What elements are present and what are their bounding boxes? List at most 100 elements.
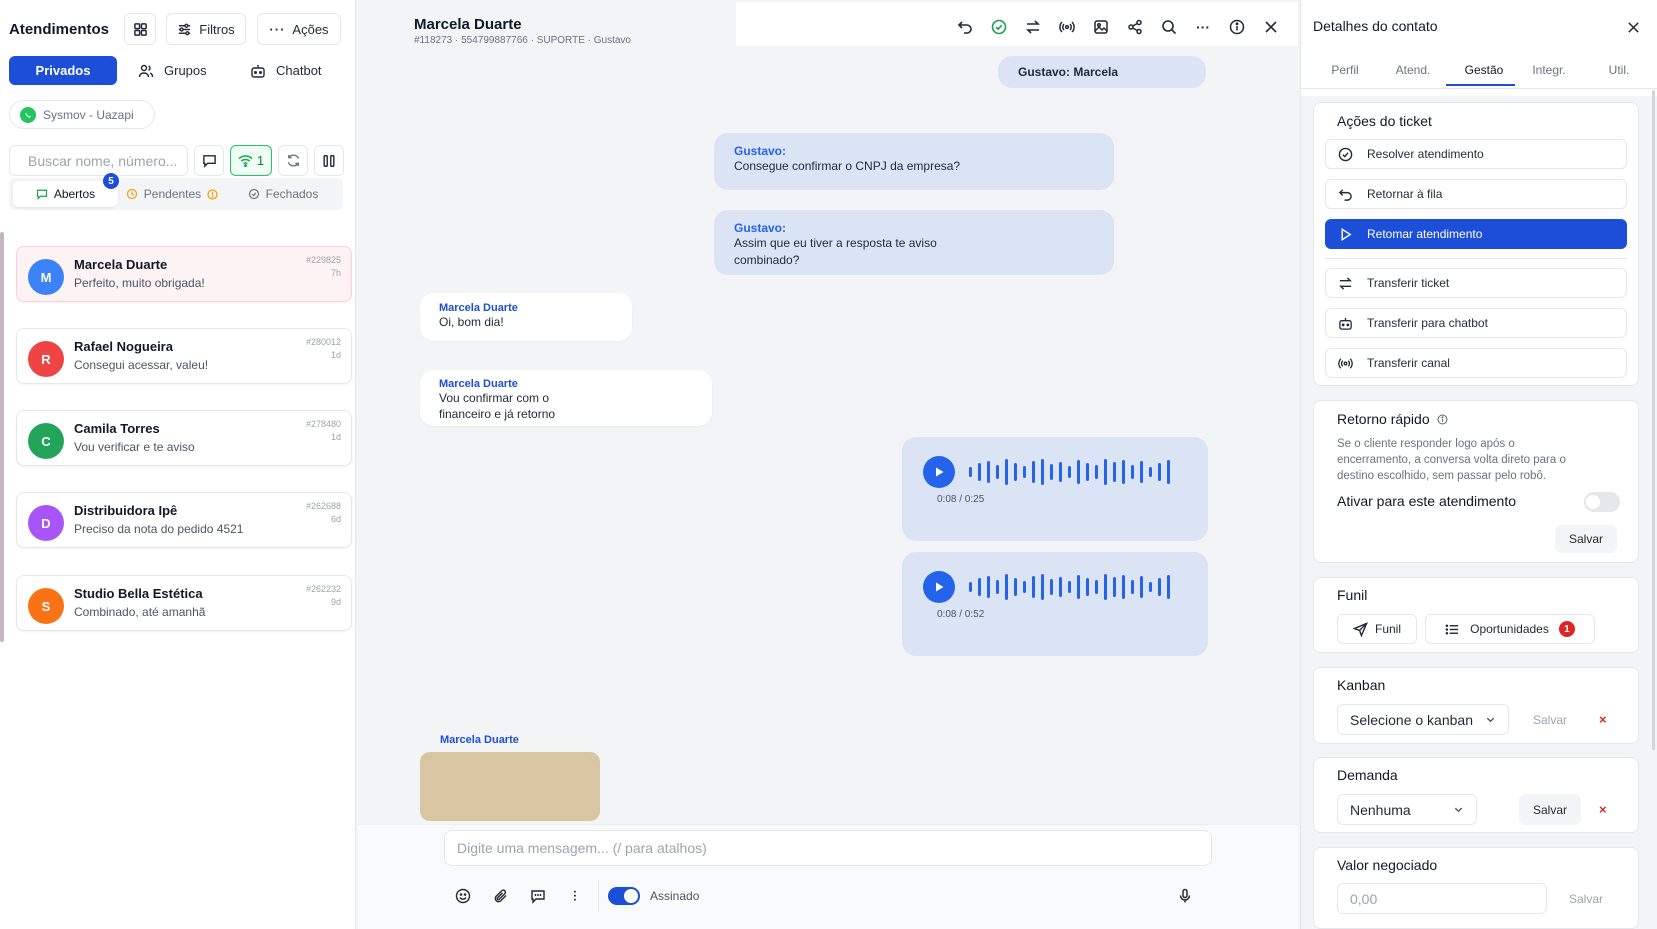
audio-waveform[interactable] [969,572,1170,602]
message-author: Gustavo: [734,144,787,158]
wifi-icon [238,155,253,167]
tab-fechados[interactable]: Fechados [238,181,328,207]
quick-return-line: Se o cliente responder logo após o [1337,438,1515,450]
check-circle-icon [1338,147,1353,161]
search-messages-button[interactable] [1156,14,1182,40]
conversation-item[interactable]: D Distribuidora Ipê Preciso da nota do p… [16,492,352,548]
quick-return-toggle[interactable] [1584,492,1620,512]
transfer-channel-button[interactable]: Transferir canal [1325,348,1627,378]
transfer-button[interactable] [1020,14,1046,40]
kanban-save-button[interactable]: Salvar [1519,704,1581,735]
tab-atend[interactable]: Atend. [1381,58,1445,82]
return-queue-button[interactable]: Retornar à fila [1325,179,1627,209]
arrows-swap-icon [1026,20,1040,34]
details-scrollbar[interactable] [1652,90,1655,750]
conversation-time: 6d [330,514,341,524]
quick-return-save-button[interactable]: Salvar [1555,525,1617,553]
toggle-knob [624,889,638,903]
ticket-id: #280012 [305,337,341,347]
resolve-ticket-button[interactable]: Resolver atendimento [1325,139,1627,169]
close-chat-button[interactable] [1258,14,1284,40]
info-button[interactable] [1224,14,1250,40]
play-button[interactable] [923,571,955,603]
refresh-button[interactable] [278,145,308,176]
channel-button[interactable] [1054,14,1080,40]
media-button[interactable] [1088,14,1114,40]
list-icon [1445,623,1459,635]
conversation-item[interactable]: S Studio Bella Estética Combinado, até a… [16,575,352,631]
signed-toggle[interactable] [608,887,640,905]
channel-selector[interactable]: Sysmov - Uazapi [9,100,155,129]
conversation-time: 7h [330,268,341,278]
list-scrollbar[interactable] [0,232,4,642]
tab-pendentes[interactable]: Pendentes [122,181,222,207]
negotiated-value-placeholder: 0,00 [1350,890,1378,907]
conversation-time: 1d [330,432,341,442]
funnel-title: Funil [1337,587,1368,603]
transfer-chatbot-button[interactable]: Transferir para chatbot [1325,308,1627,338]
undo-button[interactable] [952,14,978,40]
kanban-clear-button[interactable]: × [1599,712,1607,727]
transfer-ticket-button[interactable]: Transferir ticket [1325,268,1627,298]
resolve-button[interactable] [986,14,1012,40]
negotiated-value-save-button[interactable]: Salvar [1555,883,1617,914]
filters-button[interactable]: Filtros [166,13,246,45]
demand-save-button[interactable]: Salvar [1519,794,1581,825]
channel-name: Sysmov - Uazapi [43,107,134,122]
tab-abertos[interactable]: Abertos [13,181,118,207]
toggle-knob [1586,495,1600,509]
users-icon [138,64,154,77]
audio-waveform[interactable] [969,457,1170,487]
negotiated-value-input[interactable]: 0,00 [1337,883,1547,914]
smile-icon [455,888,471,904]
tab-grupos[interactable]: Grupos [138,56,218,85]
conversation-item[interactable]: M Marcela Duarte Perfeito, muito obrigad… [16,246,352,302]
actions-button[interactable]: ··· Ações [257,13,341,45]
search-input[interactable]: Buscar nome, número... [9,145,188,176]
tab-util[interactable]: Util. [1587,58,1651,82]
action-label: Retornar à fila [1367,187,1443,201]
tab-chatbot[interactable]: Chatbot [250,56,340,85]
quick-replies-button[interactable] [525,883,551,909]
demand-clear-button[interactable]: × [1599,802,1607,817]
tab-gestao[interactable]: Gestão [1449,58,1519,82]
message-input[interactable]: Digite uma mensagem... (/ para atalhos) [444,830,1212,866]
close-icon [1627,21,1639,33]
conversation-item[interactable]: C Camila Torres Vou verificar e te aviso… [16,410,352,466]
funnel-button[interactable]: Funil [1337,614,1417,644]
more-horizontal-icon: ··· [269,21,286,37]
record-audio-button[interactable] [1172,883,1198,909]
tab-integr[interactable]: Integr. [1517,58,1581,82]
new-chat-button[interactable] [194,145,224,176]
connection-status-button[interactable]: 1 [230,145,272,176]
emoji-button[interactable] [450,883,476,909]
play-button[interactable] [923,456,955,488]
close-details-button[interactable] [1620,14,1646,40]
demand-select[interactable]: Nenhuma [1337,794,1477,825]
image-attachment[interactable] [420,752,600,821]
conversation-name: Rafael Nogueira [74,339,173,354]
quick-return-toggle-label: Ativar para este atendimento [1337,493,1516,509]
columns-button[interactable] [314,145,344,176]
kanban-select[interactable]: Selecione o kanban [1337,704,1509,735]
tab-perfil[interactable]: Perfil [1313,58,1377,82]
more-vertical-button[interactable]: ··· [562,883,588,909]
opportunities-button[interactable]: Oportunidades 1 [1425,614,1595,644]
share-button[interactable] [1122,14,1148,40]
conversation-item[interactable]: R Rafael Nogueira Consegui acessar, vale… [16,328,352,384]
resume-ticket-button[interactable]: Retomar atendimento [1325,219,1627,249]
conversation-time: 9d [330,597,341,607]
divider [1325,258,1627,259]
more-options-button[interactable]: ··· [1190,14,1216,40]
tab-privados-label: Privados [35,63,91,78]
kanban-title: Kanban [1337,677,1386,693]
abertos-count-badge: 5 [103,173,119,189]
kanban-select-value: Selecione o kanban [1350,711,1473,728]
tab-privados[interactable]: Privados [9,56,117,85]
message-author: Gustavo: [734,221,787,235]
message-bubble-incoming: Marcela Duarte Vou confirmar com o finan… [420,370,712,426]
clock-icon [126,188,137,200]
grid-view-button[interactable] [124,13,156,45]
attach-button[interactable] [488,883,514,909]
conversation-name: Studio Bella Estética [74,586,203,601]
